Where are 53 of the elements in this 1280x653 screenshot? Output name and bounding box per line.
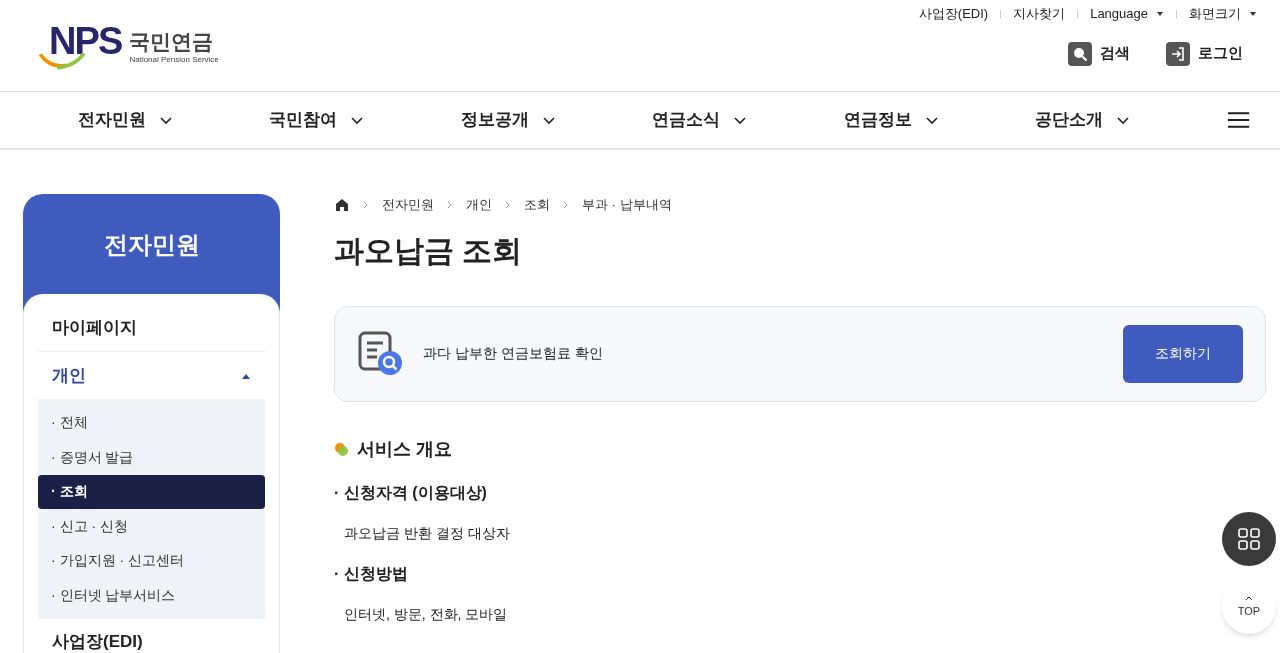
- caret-icon: [1249, 9, 1257, 18]
- subsection-heading: · 신청방법: [334, 563, 409, 584]
- subsection-text: 과오납금 반환 결정 대상자: [344, 523, 510, 543]
- breadcrumb-link[interactable]: 개인: [466, 195, 492, 215]
- home-icon[interactable]: [334, 197, 350, 213]
- logo-name: 국민연금: [129, 31, 215, 52]
- nav-menu-item[interactable]: 연금정보: [843, 107, 1036, 133]
- chevron-right-icon: [504, 201, 512, 209]
- sidebar-title: 전자민원: [103, 230, 200, 260]
- chevron-right-icon: [362, 201, 370, 209]
- search-icon: [1068, 41, 1092, 66]
- utility-link[interactable]: 사업장(EDI): [918, 4, 989, 24]
- submenu-item[interactable]: · 조회: [38, 474, 265, 509]
- subsection-heading: · 신청자격 (이용대상): [334, 482, 488, 503]
- section-title: 서비스 개요: [357, 437, 452, 461]
- submenu-item[interactable]: · 인터넷 납부서비스: [38, 578, 265, 612]
- breadcrumb-link[interactable]: 부과 · 납부내역: [582, 195, 672, 215]
- grid-icon: [1238, 528, 1260, 550]
- logo-subtitle: National Pension Service: [129, 56, 219, 64]
- chevron-up-icon: [1245, 594, 1253, 603]
- caret-icon: [1156, 9, 1164, 18]
- dropdown-link[interactable]: 화면크기: [1189, 4, 1257, 24]
- submenu-item[interactable]: · 증명서 발급: [38, 440, 265, 474]
- lookup-button[interactable]: 조회하기: [1123, 324, 1243, 383]
- nav-menu-item[interactable]: 공단소개: [1035, 107, 1227, 133]
- search-button[interactable]: 검색: [1068, 41, 1130, 66]
- logo-mark: NPS: [49, 21, 122, 60]
- document-search-icon: [357, 329, 405, 378]
- submenu-item[interactable]: · 전체: [38, 405, 265, 440]
- subsection-text: 인터넷, 방문, 전화, 모바일: [344, 604, 508, 624]
- nav-menu-item[interactable]: 국민참여: [269, 107, 461, 133]
- chevron-right-icon: [562, 201, 570, 209]
- dropdown-link[interactable]: Language: [1090, 4, 1164, 24]
- sidebar-item[interactable]: 사업장(EDI): [38, 618, 265, 653]
- top-button[interactable]: TOP: [1222, 580, 1276, 634]
- quick-menu-button[interactable]: [1222, 512, 1276, 566]
- section-dot-icon: [334, 441, 349, 457]
- chevron-right-icon: [446, 201, 454, 209]
- submenu-item[interactable]: · 신고 · 신청: [38, 509, 265, 543]
- nav-menu-item[interactable]: 전자민원: [78, 107, 270, 133]
- sidebar-item[interactable]: 개인: [38, 352, 265, 399]
- nav-menu-item[interactable]: 연금소식: [652, 107, 844, 133]
- menu-icon[interactable]: [1226, 110, 1250, 130]
- sidebar-item[interactable]: 마이페이지: [38, 304, 265, 351]
- utility-link[interactable]: 지사찾기: [1013, 4, 1066, 24]
- login-button[interactable]: 로그인: [1166, 41, 1243, 66]
- login-icon: [1166, 41, 1190, 66]
- submenu-item[interactable]: · 가입지원 · 신고센터: [38, 543, 265, 578]
- breadcrumb-link[interactable]: 조회: [524, 195, 550, 215]
- page-title: 과오납금 조회: [334, 233, 524, 269]
- breadcrumb-link[interactable]: 전자민원: [382, 195, 434, 215]
- nav-menu-item[interactable]: 정보공개: [460, 107, 653, 133]
- service-description: 과다 납부한 연금보험료 확인: [423, 344, 603, 363]
